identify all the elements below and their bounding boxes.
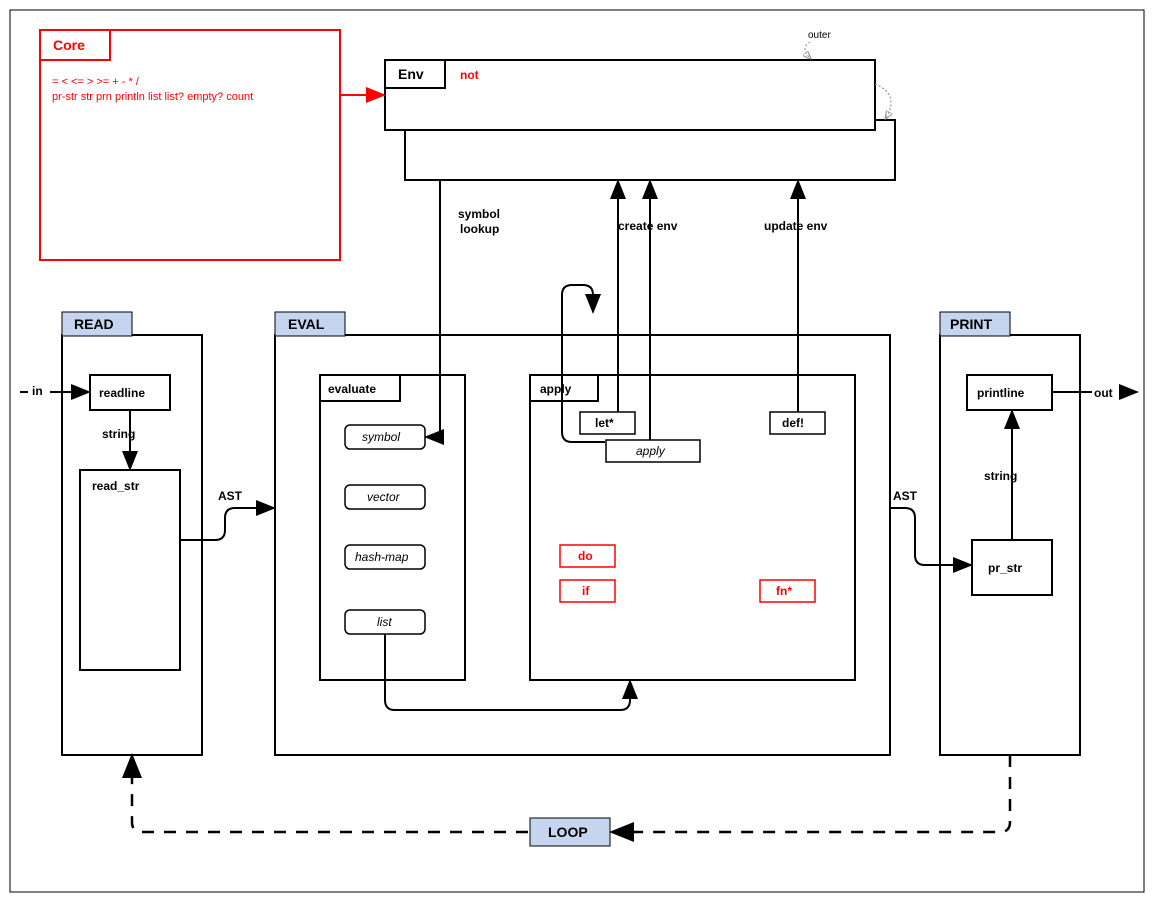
apply-let: let* <box>595 416 614 430</box>
evaluate-hashmap: hash-map <box>355 550 409 564</box>
loop-title: LOOP <box>548 824 588 840</box>
evaluate-symbol: symbol <box>362 430 400 444</box>
evaluate-vector: vector <box>367 490 401 504</box>
evaluate-list: list <box>377 615 392 629</box>
loop-to-read-arrow <box>132 758 528 832</box>
eval-title: EVAL <box>288 316 325 332</box>
diagram-canvas: Core = < <= > >= + - * / pr-str str prn … <box>0 0 1154 902</box>
in-label: in <box>32 384 43 398</box>
ast-label-1: AST <box>218 489 243 503</box>
core-box: Core = < <= > >= + - * / pr-str str prn … <box>40 30 340 260</box>
symbol-lookup-label1: symbol <box>458 207 500 221</box>
evaluate-box: evaluate symbol vector hash-map list <box>320 375 465 680</box>
env-content: not <box>460 68 479 82</box>
create-env-label: create env <box>618 219 678 233</box>
print-string-label: string <box>984 469 1017 483</box>
apply-do: do <box>578 549 593 563</box>
printline-box: printline <box>977 386 1025 400</box>
env-box: Env not outer <box>385 30 895 180</box>
core-line1: = < <= > >= + - * / <box>52 76 140 88</box>
apply-box: apply let* apply def! do if fn* <box>530 375 855 680</box>
read-title: READ <box>74 316 114 332</box>
loop-box: LOOP <box>530 818 610 846</box>
env-outer-label: outer <box>808 30 831 41</box>
apply-def: def! <box>782 416 804 430</box>
apply-title: apply <box>540 382 572 396</box>
apply-if: if <box>582 584 590 598</box>
apply-inner: apply <box>636 444 666 458</box>
read-string-label: string <box>102 427 135 441</box>
read-box: READ readline read_str in string <box>20 312 202 755</box>
print-to-loop-arrow <box>614 755 1010 832</box>
out-label: out <box>1094 386 1113 400</box>
symbol-lookup-label2: lookup <box>460 222 499 236</box>
readline-box: readline <box>99 386 145 400</box>
read-str-box: read_str <box>92 479 140 493</box>
apply-fn: fn* <box>776 584 792 598</box>
print-box: PRINT printline pr_str out string <box>940 312 1135 755</box>
core-line2: pr-str str prn println list list? empty?… <box>52 91 253 103</box>
pr-str-box: pr_str <box>988 561 1022 575</box>
evaluate-title: evaluate <box>328 382 376 396</box>
core-title: Core <box>53 37 85 53</box>
env-title: Env <box>398 66 424 82</box>
print-title: PRINT <box>950 316 992 332</box>
ast-label-2: AST <box>893 489 918 503</box>
update-env-label: update env <box>764 219 828 233</box>
